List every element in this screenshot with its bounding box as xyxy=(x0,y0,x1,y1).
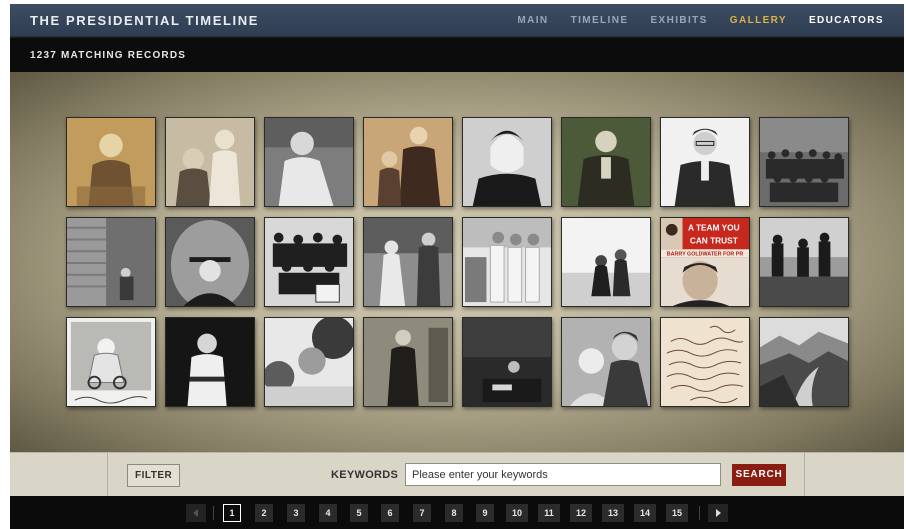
gallery-thumbnail[interactable] xyxy=(264,217,354,307)
gallery-thumbnail-campaign-poster[interactable]: A TEAM YOU CAN TRUST BARRY GOLDWATER FOR… xyxy=(660,217,750,307)
page-button[interactable]: 10 xyxy=(506,504,528,522)
photo-image xyxy=(760,118,848,206)
gallery-thumbnail[interactable] xyxy=(462,317,552,407)
page-button[interactable]: 7 xyxy=(413,504,431,522)
divider xyxy=(213,506,214,520)
gallery-thumbnail[interactable] xyxy=(759,317,849,407)
page-button[interactable]: 4 xyxy=(319,504,337,522)
photo-image xyxy=(463,118,551,206)
photo-image xyxy=(463,318,551,406)
keywords-search-input[interactable] xyxy=(405,463,721,486)
photo-image xyxy=(364,218,452,306)
gallery-thumbnail[interactable] xyxy=(561,217,651,307)
nav-gallery[interactable]: GALLERY xyxy=(730,15,787,26)
filter-button[interactable]: FILTER xyxy=(127,464,181,487)
gallery-grid: A TEAM YOU CAN TRUST BARRY GOLDWATER FOR… xyxy=(10,72,904,452)
photo-image xyxy=(562,118,650,206)
gallery-thumbnail[interactable] xyxy=(264,117,354,207)
photo-image xyxy=(265,318,353,406)
photo-image xyxy=(265,218,353,306)
search-filter-bar: FILTER KEYWORDS SEARCH xyxy=(10,452,904,497)
gallery-thumbnail[interactable] xyxy=(363,317,453,407)
gallery-thumbnail[interactable] xyxy=(66,317,156,407)
records-bar: 1237 MATCHING RECORDS xyxy=(10,38,904,72)
gallery-thumbnail[interactable] xyxy=(759,117,849,207)
page-button-current[interactable]: 1 xyxy=(223,504,241,522)
gallery-thumbnail[interactable] xyxy=(561,317,651,407)
gallery-thumbnail[interactable] xyxy=(66,117,156,207)
poster-band-text: BARRY GOLDWATER FOR PR xyxy=(667,252,744,258)
gallery-thumbnail[interactable] xyxy=(165,217,255,307)
divider xyxy=(804,453,805,497)
gallery-thumbnail[interactable] xyxy=(660,117,750,207)
page-button[interactable]: 12 xyxy=(570,504,592,522)
page-button[interactable]: 2 xyxy=(255,504,273,522)
campaign-poster-image: A TEAM YOU CAN TRUST BARRY GOLDWATER FOR… xyxy=(661,218,749,306)
page-button[interactable]: 6 xyxy=(381,504,399,522)
gallery-thumbnail[interactable] xyxy=(759,217,849,307)
photo-image xyxy=(265,118,353,206)
site-title[interactable]: THE PRESIDENTIAL TIMELINE xyxy=(30,13,259,28)
chevron-right-icon xyxy=(716,509,721,517)
gallery-thumbnail[interactable] xyxy=(165,317,255,407)
photo-image xyxy=(562,218,650,306)
divider xyxy=(699,506,700,520)
prev-page-button[interactable] xyxy=(186,504,206,522)
divider xyxy=(107,453,108,497)
app-frame: THE PRESIDENTIAL TIMELINE MAIN TIMELINE … xyxy=(10,4,904,529)
top-nav-bar: THE PRESIDENTIAL TIMELINE MAIN TIMELINE … xyxy=(10,4,904,37)
photo-image xyxy=(364,118,452,206)
photo-image xyxy=(67,218,155,306)
photo-image xyxy=(364,318,452,406)
poster-headline-mid: CAN TRUST xyxy=(690,235,738,245)
photo-image xyxy=(166,118,254,206)
search-button[interactable]: SEARCH xyxy=(732,464,786,486)
photo-image xyxy=(463,218,551,306)
gallery-thumbnail[interactable] xyxy=(66,217,156,307)
page-button[interactable]: 14 xyxy=(634,504,656,522)
nav-main[interactable]: MAIN xyxy=(517,15,548,26)
page-button[interactable]: 9 xyxy=(476,504,494,522)
nav-exhibits[interactable]: EXHIBITS xyxy=(650,15,707,26)
gallery-thumbnail[interactable] xyxy=(660,317,750,407)
nav-educators[interactable]: EDUCATORS xyxy=(809,15,884,26)
gallery-thumbnail[interactable] xyxy=(264,317,354,407)
photo-image xyxy=(661,118,749,206)
page-button[interactable]: 3 xyxy=(287,504,305,522)
main-nav: MAIN TIMELINE EXHIBITS GALLERY EDUCATORS xyxy=(495,15,884,26)
keywords-label: KEYWORDS xyxy=(331,469,399,481)
handwritten-letter-image xyxy=(661,318,749,406)
photo-image xyxy=(67,318,155,406)
gallery-thumbnail[interactable] xyxy=(561,117,651,207)
pagination-bar: 1 2 3 4 5 6 7 8 9 10 11 12 13 14 15 xyxy=(10,496,904,529)
chevron-left-icon xyxy=(193,509,198,517)
photo-image xyxy=(166,218,254,306)
photo-image xyxy=(166,318,254,406)
photo-image xyxy=(760,218,848,306)
photo-image xyxy=(562,318,650,406)
landscape-image xyxy=(760,318,848,406)
nav-timeline[interactable]: TIMELINE xyxy=(571,15,629,26)
gallery-thumbnail[interactable] xyxy=(363,117,453,207)
page-button[interactable]: 11 xyxy=(538,504,560,522)
next-page-button[interactable] xyxy=(708,504,728,522)
gallery-thumbnail[interactable] xyxy=(363,217,453,307)
page-button[interactable]: 5 xyxy=(350,504,368,522)
gallery-thumbnail[interactable] xyxy=(165,117,255,207)
page-button[interactable]: 13 xyxy=(602,504,624,522)
gallery-thumbnail[interactable] xyxy=(462,217,552,307)
gallery-thumbnail[interactable] xyxy=(462,117,552,207)
matching-records-count: 1237 MATCHING RECORDS xyxy=(30,50,187,61)
poster-headline-top: A TEAM YOU xyxy=(688,223,740,233)
photo-image xyxy=(67,118,155,206)
page-button[interactable]: 15 xyxy=(666,504,688,522)
page-button[interactable]: 8 xyxy=(445,504,463,522)
